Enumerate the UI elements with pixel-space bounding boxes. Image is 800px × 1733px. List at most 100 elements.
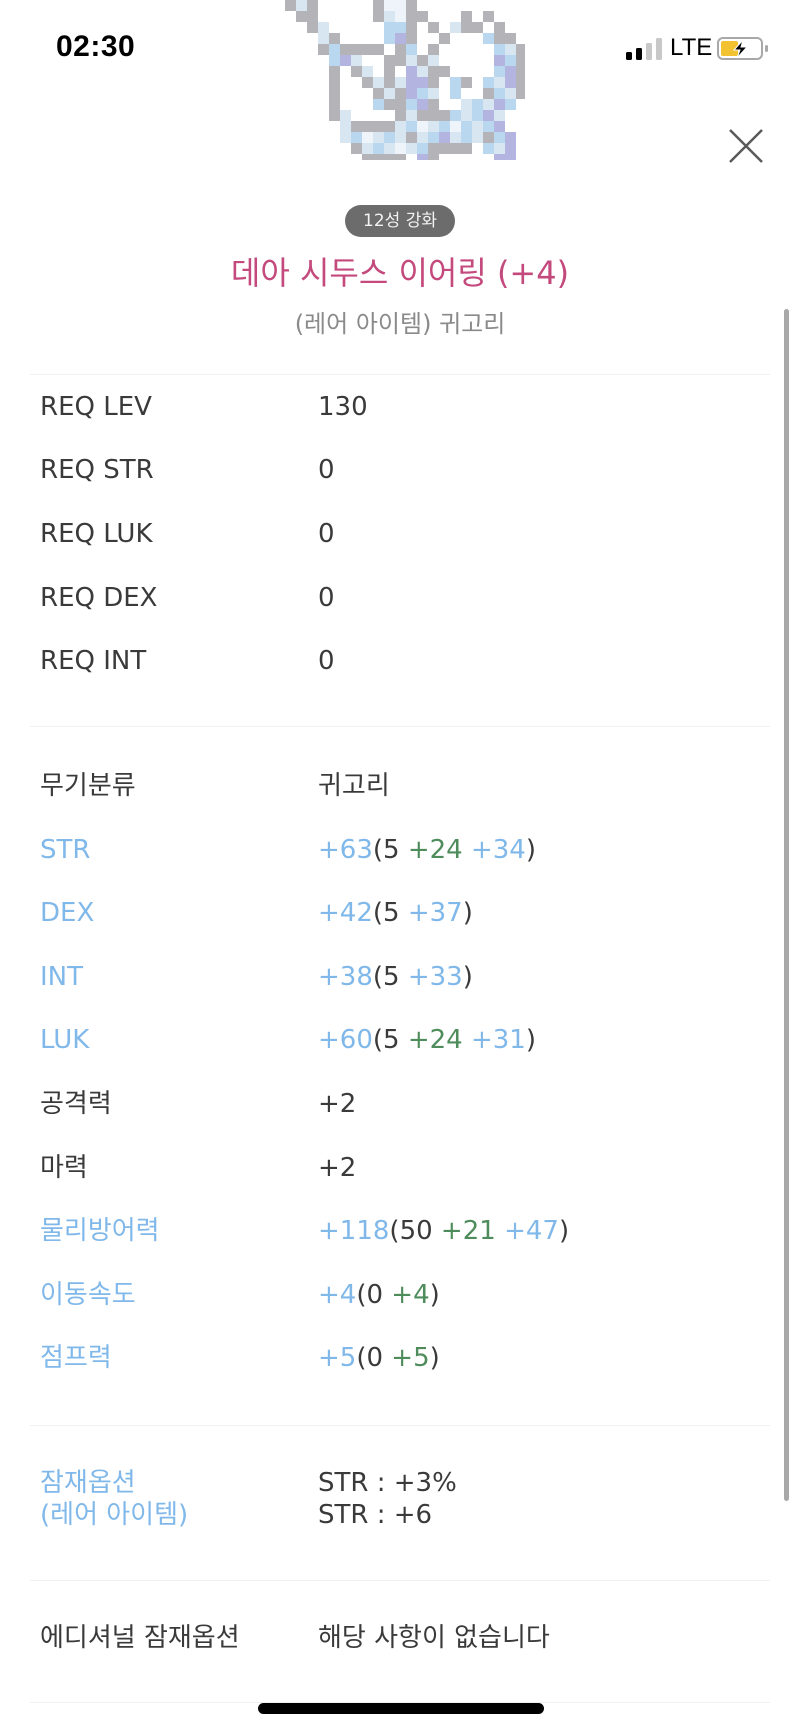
stat-value-part: +33 [407,962,463,992]
stat-label: 물리방어력 [40,1216,160,1246]
pixel-cell [351,132,362,143]
stat-value-part: +47 [504,1216,559,1246]
pixel-cell [516,66,525,77]
pixel-cell [505,143,516,154]
pixel-cell [505,44,516,55]
pixel-cell [296,0,307,11]
pixel-cell [494,77,505,88]
pixel-cell [406,132,417,143]
scrollbar[interactable] [784,309,789,1501]
stat-value-part [463,835,471,865]
pixel-cell [395,0,406,11]
pixel-cell [494,132,505,143]
pixel-cell [395,11,406,22]
pixel-cell [373,0,384,11]
pixel-cell [351,121,362,132]
pixel-cell [318,33,329,44]
stat-row: STR +63(5 +24 +34) [0,830,770,870]
pixel-cell [505,66,516,77]
pixel-cell [329,66,340,77]
pixel-cell [505,55,516,66]
pixel-cell [373,11,384,22]
additional-potential-label: 에디셔널 잠재옵션 [40,1623,240,1653]
pixel-cell [483,132,494,143]
pixel-cell [439,33,450,44]
status-time: 02:30 [56,30,136,63]
stat-value-part [463,1025,471,1055]
pixel-cell [406,55,417,66]
pixel-cell [483,11,494,22]
pixel-cell [384,66,395,77]
pixel-cell [406,33,417,44]
pixel-cell [494,55,505,66]
pixel-cell [417,154,428,160]
pixel-cell [450,110,461,121]
pixel-cell [450,121,461,132]
pixel-cell [406,66,417,77]
pixel-cell [373,44,384,55]
stat-value-part: (5 [372,1025,408,1055]
pixel-cell [461,143,472,154]
pixel-cell [483,33,494,44]
stat-value: +60(5 +24 +31) [318,1020,536,1060]
pixel-cell [483,110,494,121]
pixel-cell [395,132,406,143]
home-indicator[interactable] [258,1703,544,1714]
pixel-cell [461,121,472,132]
pixel-cell [406,88,417,99]
pixel-cell [450,22,461,33]
stat-value-part: +34 [470,835,526,865]
stat-row: 마력 +2 [0,1148,770,1188]
stat-value-part: ) [429,1343,440,1373]
pixel-cell [406,121,417,132]
pixel-cell [450,77,461,88]
pixel-cell [384,99,395,110]
pixel-cell [494,88,505,99]
pixel-cell [373,154,384,160]
stat-label: 공격력 [40,1089,112,1119]
requirement-row: REQ STR 0 [0,450,770,490]
pixel-cell [406,110,417,121]
stat-value-part: 귀고리 [318,771,390,801]
pixel-cell [417,55,428,66]
pixel-cell [472,22,483,33]
stat-value-part: (5 [372,962,408,992]
pixel-cell [461,110,472,121]
stat-label: 이동속도 [40,1280,136,1310]
stat-value-part: +5 [318,1343,357,1373]
pixel-cell [483,88,494,99]
pixel-cell [329,99,340,110]
stat-row: DEX +42(5 +37) [0,893,770,933]
pixel-cell [395,33,406,44]
stat-value: +5(0 +5) [318,1338,440,1378]
pixel-cell [362,132,373,143]
pixel-cell [450,143,461,154]
pixel-cell [516,88,525,99]
requirement-label: REQ INT [40,646,147,676]
potential-values: STR : +3% STR : +6 [318,1467,457,1531]
pixel-cell [417,110,428,121]
pixel-cell [329,44,340,55]
pixel-cell [340,55,351,66]
pixel-cell [439,66,450,77]
pixel-cell [417,66,428,77]
divider [30,1580,770,1581]
stat-label: LUK [40,1025,90,1055]
close-button[interactable] [724,124,768,168]
signal-strength-icon [626,38,664,60]
pixel-cell [373,99,384,110]
additional-potential-row: 에디셔널 잠재옵션 해당 사항이 없습니다 [0,1618,770,1658]
pixel-cell [494,99,505,110]
pixel-cell [384,132,395,143]
pixel-cell [428,110,439,121]
stat-value-part [496,1216,504,1246]
stat-value-part: +24 [407,835,463,865]
requirement-value: 0 [318,519,335,549]
pixel-cell [395,44,406,55]
pixel-cell [362,121,373,132]
pixel-cell [516,55,525,66]
pixel-cell [362,77,373,88]
pixel-cell [395,143,406,154]
stat-value-part: +31 [470,1025,526,1055]
pixel-cell [439,143,450,154]
